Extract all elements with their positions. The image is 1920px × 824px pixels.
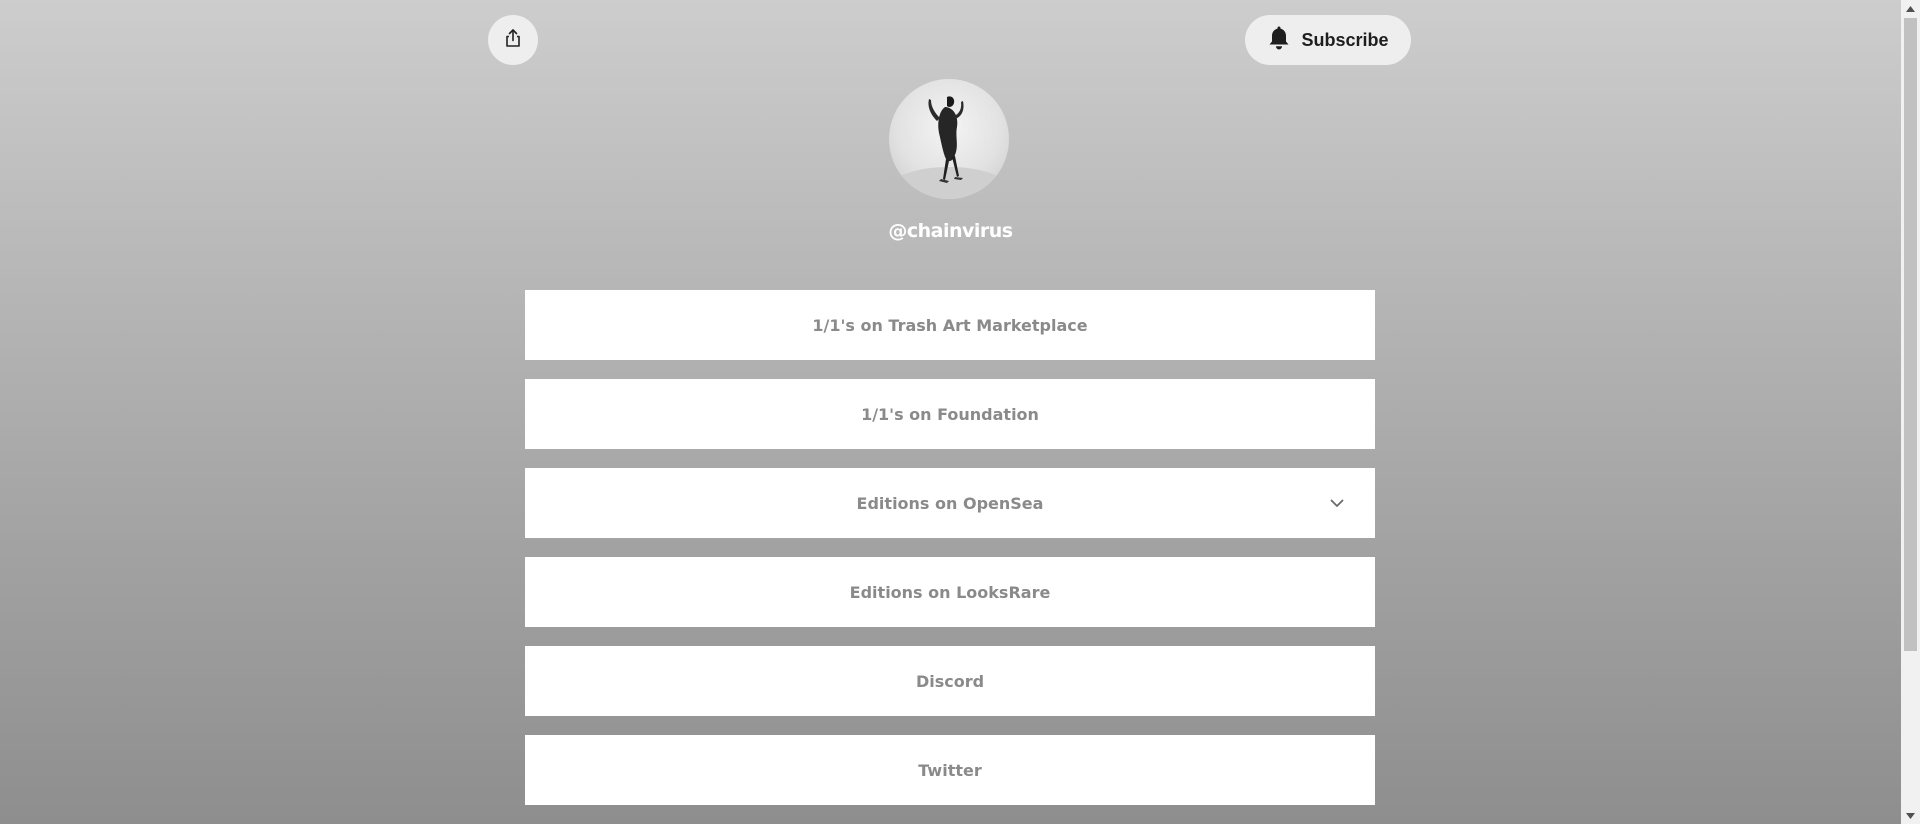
link-label: Editions on LooksRare [849, 582, 1051, 602]
link-label: 1/1's on Foundation [861, 404, 1039, 424]
link-button-foundation[interactable]: 1/1's on Foundation [525, 379, 1375, 449]
subscribe-button[interactable]: Subscribe [1245, 15, 1411, 65]
link-label: Discord [915, 671, 985, 691]
avatar [889, 79, 1009, 199]
chevron-down-icon[interactable] [1329, 495, 1345, 511]
bell-icon [1267, 25, 1291, 55]
link-button-looksrare[interactable]: Editions on LooksRare [525, 557, 1375, 627]
link-button-trash-art[interactable]: 1/1's on Trash Art Marketplace [525, 290, 1375, 360]
scroll-up-arrow-icon[interactable] [1901, 0, 1920, 17]
link-label: Editions on OpenSea [856, 493, 1044, 513]
link-label: 1/1's on Trash Art Marketplace [812, 315, 1088, 335]
subscribe-label: Subscribe [1301, 29, 1389, 50]
share-button[interactable] [488, 15, 538, 65]
link-list: 1/1's on Trash Art Marketplace 1/1's on … [525, 290, 1375, 824]
vertical-scrollbar[interactable] [1901, 0, 1920, 824]
profile-username: @chainvirus [888, 220, 1013, 242]
link-button-opensea[interactable]: Editions on OpenSea [525, 468, 1375, 538]
link-label: Twitter [918, 760, 982, 780]
link-button-discord[interactable]: Discord [525, 646, 1375, 716]
linktree-page: Subscribe @chainvirus 1/1's on Trash Art… [0, 0, 1901, 824]
scroll-down-arrow-icon[interactable] [1901, 807, 1920, 824]
scrollbar-thumb[interactable] [1904, 18, 1917, 651]
link-button-twitter[interactable]: Twitter [525, 735, 1375, 805]
share-icon [503, 28, 523, 52]
avatar-image [889, 96, 1009, 199]
